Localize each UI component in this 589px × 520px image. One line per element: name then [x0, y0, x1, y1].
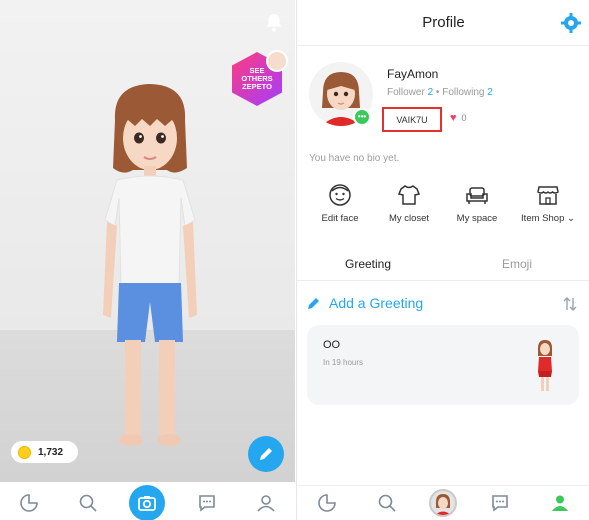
zepeto-code-button[interactable]: VAIK7U: [382, 107, 442, 132]
greeting-card[interactable]: OO In 19 hours: [307, 325, 579, 405]
nav-search-button[interactable]: [370, 486, 404, 520]
avatar-stage-panel: SEE OTHERS ZEPETO 1,732: [0, 0, 295, 520]
add-greeting-button[interactable]: Add a Greeting: [307, 295, 423, 311]
following-count: 2: [487, 87, 493, 98]
nav-profile-button[interactable]: [249, 486, 283, 520]
my-space-label: My space: [456, 213, 498, 224]
greeting-avatar-figure: [538, 340, 552, 391]
nav-avatar-button[interactable]: [429, 489, 458, 517]
search-icon: [378, 494, 396, 512]
profile-actions: Edit face My closet My space Item Shop ⌄: [297, 183, 589, 233]
badge-avatar-thumbnail: [266, 50, 288, 72]
status-badge: •••: [353, 108, 371, 126]
pencil-icon: [308, 298, 319, 309]
nav-search-button[interactable]: [71, 486, 105, 520]
follow-separator: •: [435, 87, 440, 98]
sort-icon[interactable]: [563, 296, 577, 312]
home-icon: [318, 494, 336, 512]
left-bottom-nav: [0, 484, 295, 520]
coin-count: 1,732: [38, 446, 64, 458]
follower-count: 2: [427, 87, 434, 98]
my-closet-label: My closet: [388, 213, 430, 224]
pencil-icon: [260, 448, 272, 460]
coin-balance[interactable]: 1,732: [11, 441, 78, 463]
avatar-3d-figure[interactable]: [95, 80, 205, 460]
nav-home-button[interactable]: [12, 486, 46, 520]
zepeto-code: VAIK7U: [396, 114, 428, 125]
tab-emoji[interactable]: Emoji: [502, 257, 532, 271]
camera-icon: [138, 495, 157, 511]
bio-text: You have no bio yet.: [309, 153, 400, 164]
follow-stats: Follower 2 • Following 2: [387, 87, 493, 98]
follower-link[interactable]: Follower 2: [387, 87, 433, 98]
face-icon: [329, 184, 351, 206]
page-title: Profile: [422, 14, 465, 31]
edit-face-button[interactable]: Edit face: [305, 183, 375, 224]
nav-profile-button-active[interactable]: [543, 486, 577, 520]
greeting-title: OO: [323, 339, 341, 351]
profile-icon: [257, 494, 275, 512]
edit-face-label: Edit face: [321, 213, 359, 224]
following-link[interactable]: Following 2: [442, 87, 493, 98]
profile-tabs: Greeting Emoji: [297, 248, 589, 281]
sofa-icon: [466, 187, 488, 204]
chat-icon: [492, 495, 509, 512]
item-shop-label: Item Shop ⌄: [521, 213, 575, 224]
see-others-badge[interactable]: SEE OTHERS ZEPETO: [232, 50, 290, 108]
nav-chat-button[interactable]: [483, 486, 517, 520]
coin-icon: [18, 445, 31, 459]
username: FayAmon: [387, 67, 439, 81]
profile-panel: Profile ••• FayAmon Follower 2 • Followi…: [296, 0, 589, 520]
following-label: Following: [442, 87, 485, 98]
tab-greeting[interactable]: Greeting: [345, 257, 391, 271]
chat-icon: [199, 494, 215, 512]
shirt-icon: [397, 185, 421, 205]
bell-icon[interactable]: [263, 12, 285, 34]
item-shop-button[interactable]: Item Shop ⌄: [513, 183, 583, 224]
my-space-button[interactable]: My space: [442, 183, 512, 224]
heart-icon: ♥: [450, 112, 457, 124]
follower-label: Follower: [387, 87, 425, 98]
right-bottom-nav: [297, 485, 589, 520]
home-icon: [20, 493, 39, 512]
profile-header: Profile: [297, 0, 589, 46]
likes-counter[interactable]: ♥ 0: [450, 112, 467, 124]
avatar-thumbnail: [435, 494, 452, 515]
search-icon: [79, 494, 97, 512]
my-closet-button[interactable]: My closet: [374, 183, 444, 224]
nav-home-button[interactable]: [310, 486, 344, 520]
likes-count: 0: [461, 113, 467, 123]
add-greeting-label: Add a Greeting: [329, 295, 424, 311]
edit-avatar-button[interactable]: [248, 436, 284, 472]
gear-icon[interactable]: [561, 13, 581, 33]
nav-camera-button[interactable]: [129, 484, 166, 520]
nav-chat-button[interactable]: [190, 486, 224, 520]
profile-icon: [552, 495, 569, 511]
greeting-time: In 19 hours: [323, 358, 364, 367]
shop-icon: [537, 186, 559, 205]
